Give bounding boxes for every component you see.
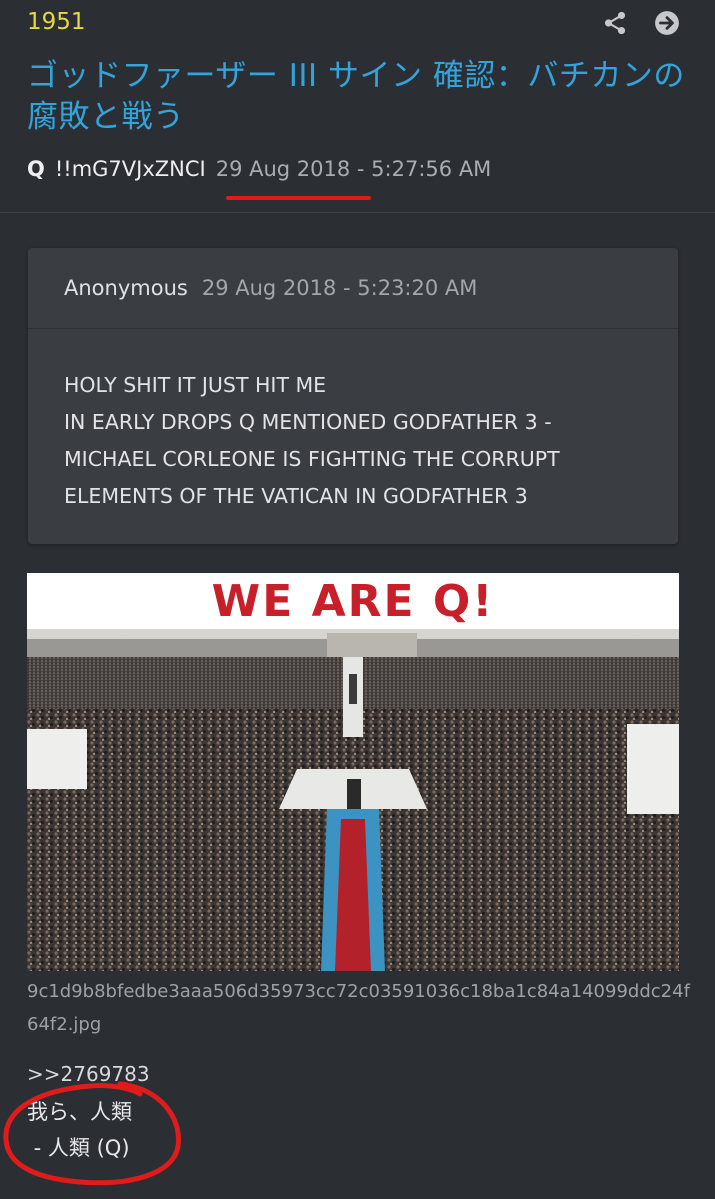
post-number[interactable]: 1951 [27,9,86,35]
arrow-right-circle-icon[interactable] [654,10,680,36]
post-tripcode: !!mG7VJxZNCI [54,157,206,181]
image-banner-text: WE ARE Q! [27,573,679,629]
header-actions [602,10,680,36]
quoted-post-line: IN EARLY DROPS Q MENTIONED GODFATHER 3 - [64,410,552,434]
header-divider [0,212,715,213]
quoted-post-line: HOLY SHIT IT JUST HIT ME [64,373,327,397]
post-title: ゴッドファーザー III サイン 確認：バチカンの腐敗と戦う [27,58,685,135]
quoted-post-body: HOLY SHIT IT JUST HIT ME IN EARLY DROPS … [28,329,678,515]
quoted-post-line: MICHAEL CORLEONE IS FIGHTING THE CORRUPT [64,447,560,471]
post-meta: Q !!mG7VJxZNCI 29 Aug 2018 - 5:27:56 AM [27,157,491,181]
red-underline-annotation [226,196,371,200]
share-icon[interactable] [602,10,628,36]
quoted-post-card: Anonymous 29 Aug 2018 - 5:23:20 AM HOLY … [28,248,678,544]
crowd-photo [27,629,679,971]
reply-link[interactable]: >>2769783 [27,1062,150,1086]
quoted-post-line: ELEMENTS OF THE VATICAN IN GODFATHER 3 [64,484,528,508]
post-date[interactable]: 29 Aug 2018 - 5:27:56 AM [216,157,492,181]
image-filename[interactable]: 9c1d9b8bfedbe3aaa506d35973cc72c03591036c… [27,975,692,1041]
post-author: Q [27,157,45,181]
quoted-post-date[interactable]: 29 Aug 2018 - 5:23:20 AM [202,276,478,300]
post-body-line: 我ら、人類 [27,1100,132,1124]
post-body-line: - 人類 (Q) [27,1136,130,1160]
quoted-post-header: Anonymous 29 Aug 2018 - 5:23:20 AM [28,248,678,329]
quoted-post-author: Anonymous [64,276,188,300]
post-body: 我ら、人類 - 人類 (Q) [27,1094,132,1166]
attached-image[interactable]: WE ARE Q! [27,573,679,971]
